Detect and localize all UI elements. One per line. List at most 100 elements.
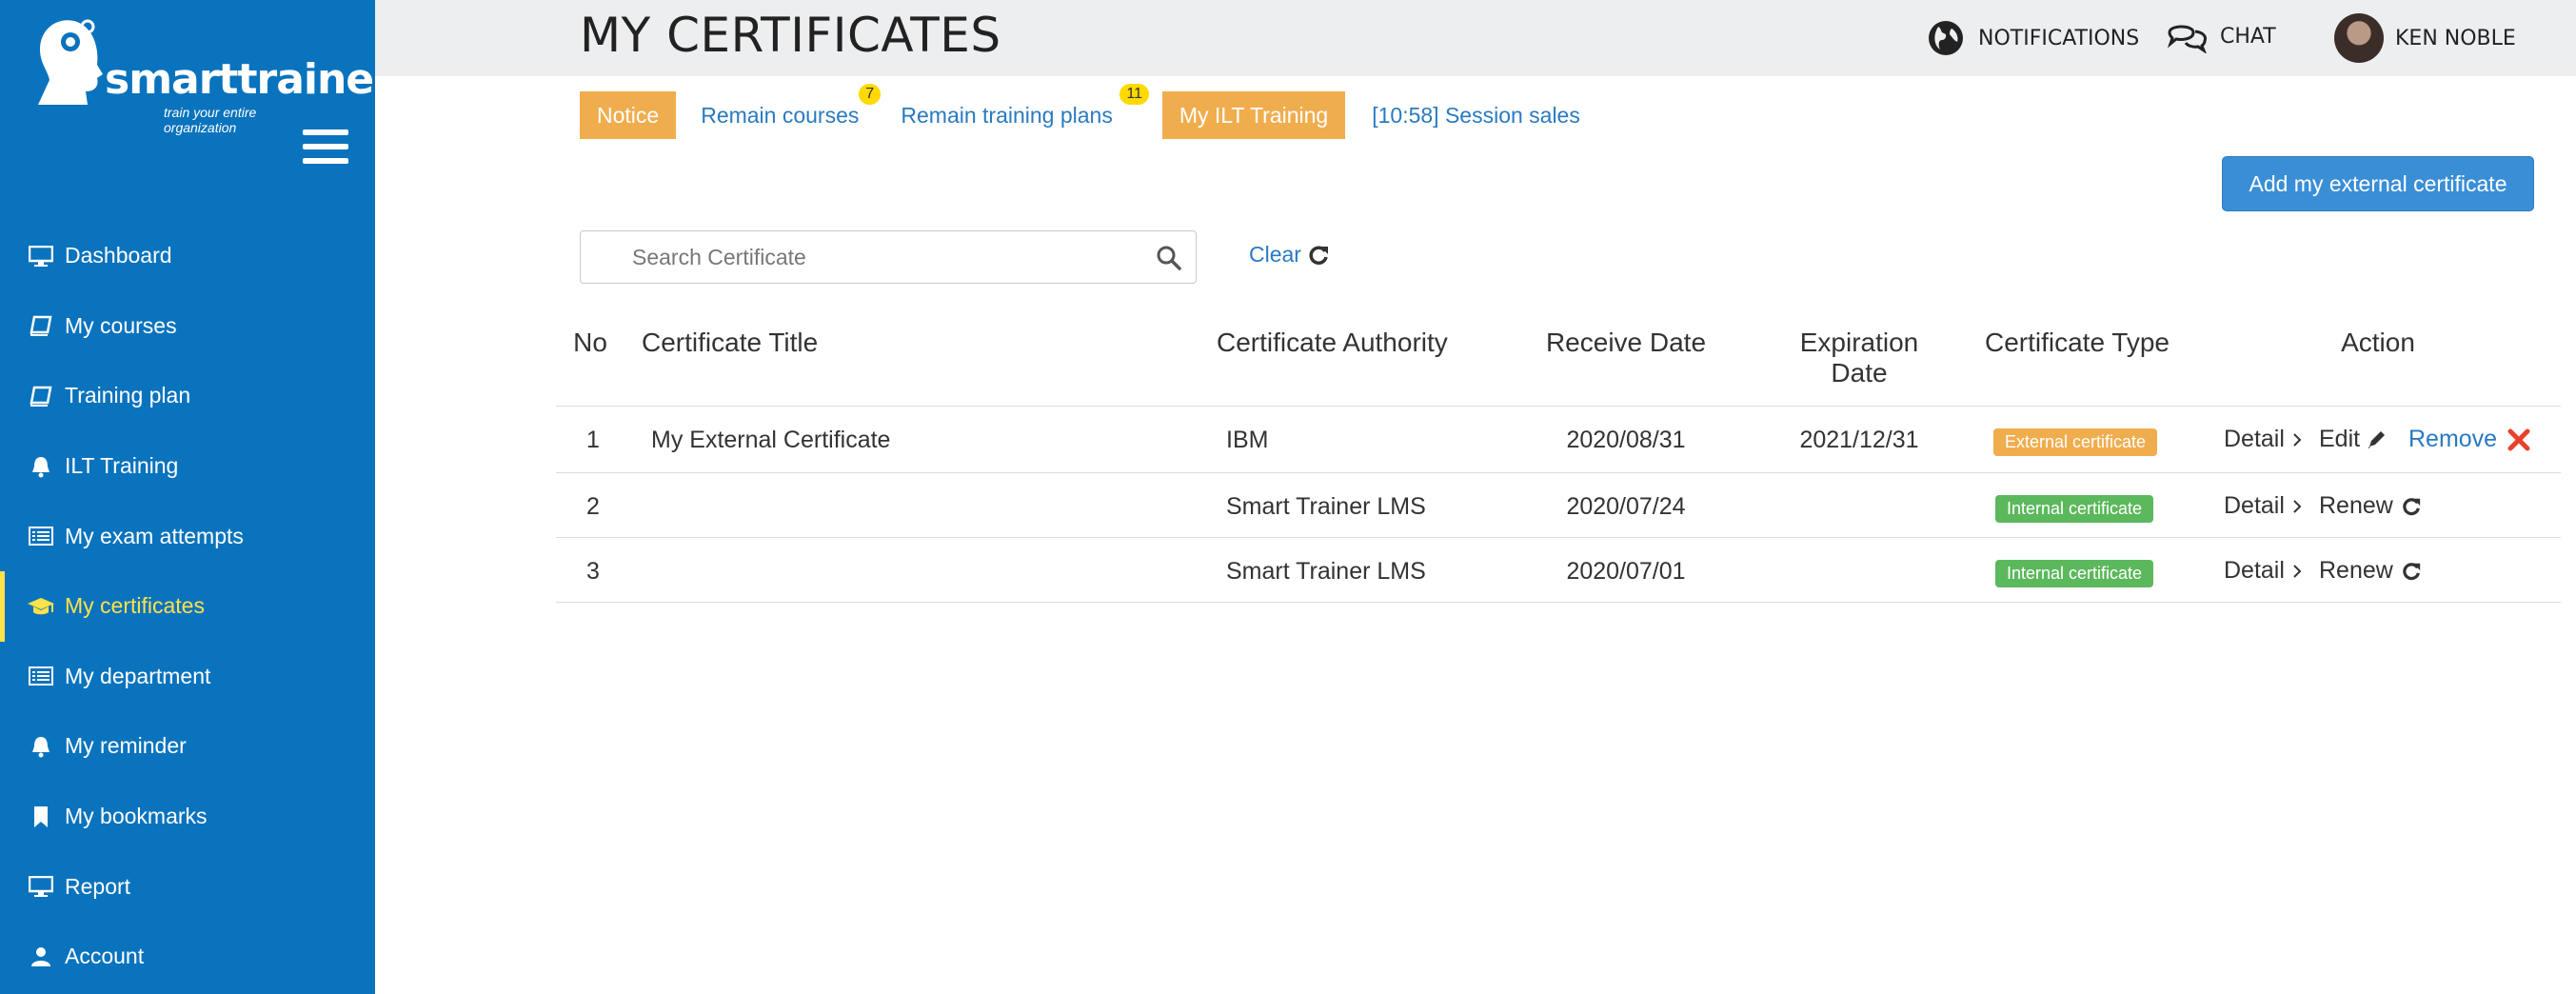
sidebar-item-my-courses[interactable]: My courses [0, 291, 375, 362]
row-no: 1 [586, 427, 600, 453]
globe-icon [1929, 21, 1963, 55]
column-header-certificate-authority: Certificate Authority [1217, 328, 1448, 357]
row-no: 2 [586, 493, 600, 520]
remain-training-plans-link[interactable]: Remain training plans 11 [901, 83, 1149, 129]
bell-icon [27, 734, 55, 759]
search-icon[interactable] [1156, 245, 1182, 271]
notifications-button[interactable]: NOTIFICATIONS [1927, 19, 2139, 57]
brand-name: smarttrainer [105, 55, 394, 104]
remove-button[interactable]: Remove [2408, 426, 2531, 453]
sidebar-item-my-department[interactable]: My department [0, 642, 375, 712]
smarttrainer-logo[interactable]: smarttrainer train your entire organizat… [29, 13, 394, 135]
detail-button[interactable]: Detail [2224, 492, 2304, 520]
chat-label: CHAT [2220, 24, 2276, 49]
book-icon [27, 313, 55, 338]
row-certificate-authority: Smart Trainer LMS [1226, 558, 1426, 585]
sidebar-item-label: My department [65, 663, 211, 688]
sidebar-item-label: My reminder [65, 733, 187, 759]
chat-bubbles-icon [2167, 25, 2207, 53]
row-divider [556, 537, 2561, 538]
edit-label: Edit [2319, 426, 2361, 452]
menu-toggle-icon[interactable] [303, 129, 348, 168]
column-header-expiration-date: Expiration Date [1776, 328, 1942, 388]
certificate-type-badge: External certificate [1993, 428, 2158, 456]
sidebar-item-training-plan[interactable]: Training plan [0, 361, 375, 431]
row-expiration-date: 2021/12/31 [1799, 427, 1919, 453]
row-divider [556, 602, 2561, 603]
sidebar-item-label: Dashboard [65, 243, 172, 268]
sub-navigation: Notice Remain courses 7 Remain training … [580, 83, 1580, 139]
chevron-right-icon [2293, 432, 2302, 447]
user-name: KEN NOBLE [2395, 26, 2516, 50]
notice-button[interactable]: Notice [580, 91, 677, 139]
search-box [580, 230, 1197, 284]
add-external-certificate-button[interactable]: Add my external certificate [2222, 156, 2534, 211]
sidebar-item-account[interactable]: Account [0, 922, 375, 992]
session-sales-link[interactable]: [10:58] Session sales [1372, 103, 1580, 129]
list-icon [27, 664, 55, 688]
sidebar-item-label: My exam attempts [65, 523, 244, 548]
sidebar-item-label: My bookmarks [65, 804, 208, 829]
monitor-icon [27, 874, 55, 899]
sidebar-item-my-certificates[interactable]: My certificates [0, 570, 375, 642]
row-receive-date: 2020/07/01 [1566, 558, 1686, 585]
renew-button[interactable]: Renew [2319, 492, 2422, 520]
row-receive-date: 2020/07/24 [1566, 493, 1686, 520]
expiration-header-line-1: Expiration [1799, 328, 1919, 357]
sidebar-item-label: My certificates [65, 593, 205, 619]
notifications-label: NOTIFICATIONS [1978, 26, 2140, 50]
row-no: 3 [586, 558, 600, 585]
sidebar-item-my-reminder[interactable]: My reminder [0, 711, 375, 782]
sidebar-item-dashboard[interactable]: Dashboard [0, 221, 375, 291]
certificate-type-badge: Internal certificate [1995, 560, 2154, 587]
row-certificate-authority: Smart Trainer LMS [1226, 493, 1426, 520]
graduation-cap-icon [27, 594, 55, 619]
header-divider [556, 406, 2561, 407]
top-bar: MY CERTIFICATES NOTIFICATIONS CHAT KEN N… [375, 0, 2576, 76]
chevron-right-icon [2293, 499, 2302, 513]
monitor-icon [27, 244, 55, 268]
clear-button[interactable]: Clear [1249, 242, 1330, 268]
edit-button[interactable]: Edit [2319, 426, 2387, 453]
chevron-right-icon [2293, 564, 2302, 578]
pencil-icon [2368, 430, 2386, 448]
sidebar-item-report[interactable]: Report [0, 851, 375, 922]
detail-label: Detail [2224, 426, 2285, 452]
sidebar-item-my-bookmarks[interactable]: My bookmarks [0, 782, 375, 852]
detail-button[interactable]: Detail [2224, 426, 2304, 453]
book-icon [27, 384, 55, 408]
sidebar-item-ilt-training[interactable]: ILT Training [0, 431, 375, 502]
renew-label: Renew [2319, 557, 2393, 584]
avatar [2334, 13, 2384, 63]
detail-button[interactable]: Detail [2224, 557, 2304, 585]
detail-label: Detail [2224, 492, 2285, 519]
refresh-icon [1309, 246, 1328, 265]
my-ilt-training-button[interactable]: My ILT Training [1161, 91, 1346, 139]
column-header-no: No [573, 328, 607, 357]
remain-courses-link[interactable]: Remain courses 7 [701, 83, 882, 129]
column-header-certificate-type: Certificate Type [1984, 328, 2170, 357]
sidebar-item-label: Account [65, 944, 145, 969]
expiration-header-line-2: Date [1831, 358, 1888, 388]
sidebar-item-label: Report [65, 873, 131, 899]
column-header-certificate-title: Certificate Title [642, 328, 819, 357]
remain-plans-count-badge: 11 [1120, 83, 1149, 105]
row-receive-date: 2020/08/31 [1566, 427, 1686, 453]
bell-icon [27, 454, 55, 479]
list-icon [27, 524, 55, 548]
row-certificate-title: My External Certificate [651, 427, 891, 453]
refresh-icon [2403, 562, 2420, 580]
search-input[interactable] [632, 241, 1127, 273]
renew-label: Renew [2319, 492, 2393, 519]
sidebar-item-label: Training plan [65, 383, 191, 408]
user-menu[interactable]: KEN NOBLE [2334, 13, 2516, 63]
sidebar: smarttrainer train your entire organizat… [0, 0, 394, 994]
chat-button[interactable]: CHAT [2167, 19, 2276, 53]
page-title: MY CERTIFICATES [580, 8, 1001, 63]
refresh-icon [2403, 497, 2420, 515]
row-certificate-authority: IBM [1226, 427, 1269, 453]
close-icon [2507, 428, 2530, 450]
renew-button[interactable]: Renew [2319, 557, 2422, 585]
sidebar-item-my-exam-attempts[interactable]: My exam attempts [0, 501, 375, 571]
sidebar-item-label: ILT Training [65, 453, 179, 479]
